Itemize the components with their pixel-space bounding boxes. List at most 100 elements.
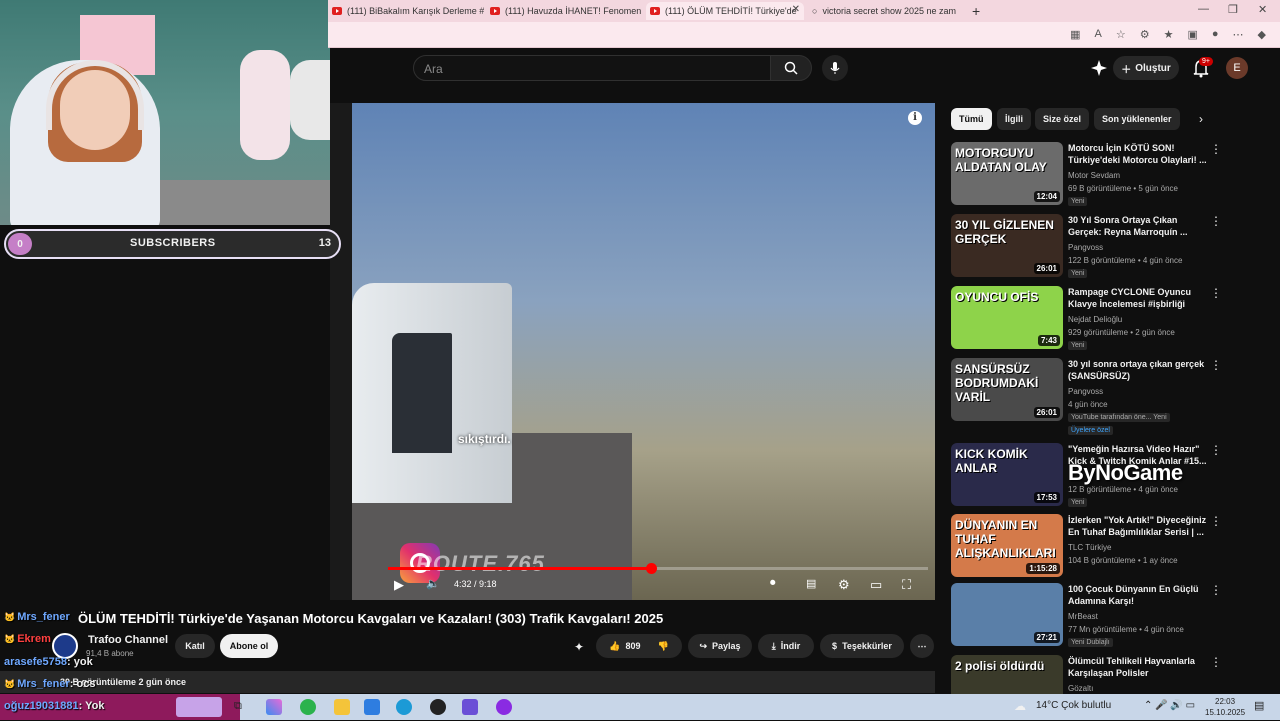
recommendation-title[interactable]: Ölümcül Tehlikeli Hayvanlarla Karşılaşan… bbox=[1068, 655, 1208, 679]
more-icon[interactable]: ⋯ bbox=[1233, 28, 1244, 41]
account-avatar[interactable]: E bbox=[1226, 57, 1248, 79]
more-options-icon[interactable]: ⋮ bbox=[1210, 286, 1222, 300]
join-button[interactable]: Katıl bbox=[175, 634, 215, 658]
read-aloud-icon[interactable]: A bbox=[1095, 28, 1102, 41]
browser-tab-active[interactable]: (111) ÖLÜM TEHDİTİ! Türkiye'de ✕ bbox=[646, 2, 804, 20]
chip-related[interactable]: İlgili bbox=[997, 108, 1031, 130]
sparkle-ask-icon[interactable]: ✦ bbox=[574, 640, 584, 654]
search-input[interactable]: Ara bbox=[413, 55, 771, 81]
more-options-icon[interactable]: ⋮ bbox=[1210, 583, 1222, 597]
thanks-button[interactable]: $ Teşekkürler bbox=[820, 634, 904, 658]
recommendation-item[interactable]: 30 YIL GİZLENEN GERÇEK 26:01 30 Yıl Sonra … bbox=[951, 214, 1266, 280]
chip-for-you[interactable]: Size özel bbox=[1035, 108, 1090, 130]
recommendation-title[interactable]: 100 Çocuk Dünyanın En Güçlü Adamına Karş… bbox=[1068, 583, 1208, 607]
edge-icon[interactable] bbox=[396, 699, 412, 715]
share-button[interactable]: ↪ Paylaş bbox=[688, 634, 752, 658]
like-icon[interactable]: 👍 bbox=[609, 641, 620, 652]
fullscreen-icon[interactable]: ⛶ bbox=[902, 577, 911, 593]
chevron-right-icon[interactable]: › bbox=[1199, 112, 1203, 126]
new-tab-button[interactable]: + bbox=[968, 2, 988, 20]
sparkle-icon[interactable] bbox=[1090, 59, 1108, 77]
recommendation-title[interactable]: 30 yıl sonra ortaya çıkan gerçek (SANSÜR… bbox=[1068, 358, 1208, 382]
more-options-icon[interactable]: ⋮ bbox=[1210, 142, 1222, 156]
chip-all[interactable]: Tümü bbox=[951, 108, 992, 130]
autoplay-toggle[interactable]: ⏺ bbox=[770, 577, 776, 590]
store-icon[interactable] bbox=[364, 699, 380, 715]
chrome-icon[interactable] bbox=[300, 699, 316, 715]
chip-recent[interactable]: Son yüklenenler bbox=[1094, 108, 1180, 130]
close-tab-icon[interactable]: ✕ bbox=[792, 4, 800, 15]
subscribe-button[interactable]: Abone ol bbox=[220, 634, 278, 658]
recommendation-item[interactable]: OYUNCU OFİS 7:43 Rampage CYCLONE Oyuncu Kl… bbox=[951, 286, 1266, 352]
video-thumbnail[interactable]: 27:21 bbox=[951, 583, 1063, 646]
browser-tab[interactable]: (111) BiBakalım Karışık Derleme # bbox=[328, 2, 484, 20]
video-thumbnail[interactable]: MOTORCUYU ALDATAN OLAY 12:04 bbox=[951, 142, 1063, 205]
recommendation-channel[interactable]: Gözaltı bbox=[1068, 684, 1093, 693]
progress-scrubber[interactable] bbox=[645, 563, 657, 574]
browser-tab[interactable]: (111) Havuzda İHANET! Fenomen bbox=[486, 2, 644, 20]
search-button[interactable] bbox=[770, 55, 812, 81]
weather-text[interactable]: 14°C Çok bulutlu bbox=[1036, 700, 1111, 711]
fan bbox=[290, 60, 330, 140]
collections-icon[interactable]: ▣ bbox=[1187, 28, 1197, 41]
video-thumbnail[interactable]: OYUNCU OFİS 7:43 bbox=[951, 286, 1063, 349]
recommendation-channel[interactable]: Pangvoss bbox=[1068, 387, 1103, 396]
video-player[interactable]: sıkıştırdı. i ROUTE.765 ▶ 🔈 4:32 / 9:18 … bbox=[330, 103, 935, 600]
recommendation-item[interactable]: SANSÜRSÜZ BODRUMDAKİ VARİL 26:01 30 yıl so… bbox=[951, 358, 1266, 435]
system-tray-icons[interactable]: ⌃ 🎤 🔊 ▭ bbox=[1144, 700, 1195, 711]
browser-tab[interactable]: ○ victoria secret show 2025 ne zam bbox=[808, 2, 964, 20]
obs-icon[interactable] bbox=[430, 699, 446, 715]
recommendation-channel[interactable]: MrBeast bbox=[1068, 612, 1098, 621]
task-view-icon[interactable]: ⧉ bbox=[234, 700, 242, 713]
clock[interactable]: 22:03 15.10.2025 bbox=[1205, 696, 1245, 718]
recommendation-title[interactable]: İzlerken "Yok Artık!" Diyeceğiniz En Tuh… bbox=[1068, 514, 1208, 538]
dislike-icon[interactable]: 👎 bbox=[658, 641, 669, 652]
copilot-taskbar-icon[interactable] bbox=[266, 699, 282, 715]
video-thumbnail[interactable]: SANSÜRSÜZ BODRUMDAKİ VARİL 26:01 bbox=[951, 358, 1063, 421]
channel-name[interactable]: Trafoo Channel bbox=[88, 634, 168, 646]
settings-gear-icon[interactable]: ⚙ bbox=[838, 577, 850, 593]
minimize-icon[interactable]: — bbox=[1198, 3, 1209, 15]
recommendation-title[interactable]: Motorcu İçin KÖTÜ SON! Türkiye'deki Moto… bbox=[1068, 142, 1208, 166]
recommendation-channel[interactable]: Pangvoss bbox=[1068, 243, 1103, 252]
subtitles-icon[interactable]: ▤ bbox=[806, 577, 816, 590]
recommendation-title[interactable]: Rampage CYCLONE Oyuncu Klavye İncelemesi… bbox=[1068, 286, 1208, 310]
file-explorer-icon[interactable] bbox=[334, 699, 350, 715]
recommendation-channel[interactable]: Motor Sevdam bbox=[1068, 171, 1120, 180]
more-options-icon[interactable]: ⋮ bbox=[1210, 358, 1222, 372]
maximize-icon[interactable]: ❐ bbox=[1228, 3, 1238, 16]
more-options-icon[interactable]: ⋮ bbox=[1210, 514, 1222, 528]
copilot-icon[interactable]: ◆ bbox=[1258, 28, 1266, 41]
like-count[interactable]: 809 bbox=[625, 641, 640, 651]
recommendation-channel[interactable]: TLC Türkiye bbox=[1068, 543, 1111, 552]
extensions-icon[interactable]: ⚙ bbox=[1140, 28, 1150, 41]
video-thumbnail[interactable]: KICK KOMİK ANLAR 17:53 bbox=[951, 443, 1063, 506]
favorite-star-icon[interactable]: ☆ bbox=[1116, 28, 1126, 41]
recommendation-channel[interactable]: Nejdat Delioğlu bbox=[1068, 315, 1122, 324]
info-icon[interactable]: i bbox=[908, 111, 922, 125]
create-button[interactable]: ＋ Oluştur bbox=[1113, 56, 1179, 80]
apps-icon[interactable]: ▦ bbox=[1070, 28, 1080, 41]
recommendation-item[interactable]: DÜNYANIN EN TUHAF ALIŞKANLIKLARI 1:15:28 İ… bbox=[951, 514, 1266, 580]
recommendation-item[interactable]: 27:21 100 Çocuk Dünyanın En Güçlü Adamına… bbox=[951, 583, 1266, 649]
recommendation-title[interactable]: 30 Yıl Sonra Ortaya Çıkan Gerçek: Reyna … bbox=[1068, 214, 1208, 238]
progress-bar[interactable] bbox=[388, 563, 928, 574]
profile-icon[interactable]: ● bbox=[1212, 28, 1219, 41]
more-options-icon[interactable]: ⋮ bbox=[1210, 655, 1222, 669]
more-actions-button[interactable]: ⋯ bbox=[910, 634, 934, 658]
video-thumbnail[interactable]: DÜNYANIN EN TUHAF ALIŞKANLIKLARI 1:15:28 bbox=[951, 514, 1063, 577]
video-thumbnail[interactable]: 30 YIL GİZLENEN GERÇEK 26:01 bbox=[951, 214, 1063, 277]
discord-icon[interactable] bbox=[496, 699, 512, 715]
voice-search-button[interactable] bbox=[822, 55, 848, 81]
favorites-icon[interactable]: ★ bbox=[1164, 28, 1174, 41]
play-icon[interactable]: ▶ bbox=[394, 577, 404, 593]
notifications-center-icon[interactable]: ▤ bbox=[1254, 699, 1264, 712]
close-window-icon[interactable]: ✕ bbox=[1258, 3, 1267, 16]
more-options-icon[interactable]: ⋮ bbox=[1210, 443, 1222, 457]
more-options-icon[interactable]: ⋮ bbox=[1210, 214, 1222, 228]
recommendation-item[interactable]: MOTORCUYU ALDATAN OLAY 12:04 Motorcu İçin … bbox=[951, 142, 1266, 208]
theater-mode-icon[interactable]: ▭ bbox=[870, 577, 882, 593]
app-icon[interactable] bbox=[462, 699, 478, 715]
download-button[interactable]: ⤓ İndir bbox=[758, 634, 814, 658]
volume-icon[interactable]: 🔈 bbox=[426, 577, 440, 590]
